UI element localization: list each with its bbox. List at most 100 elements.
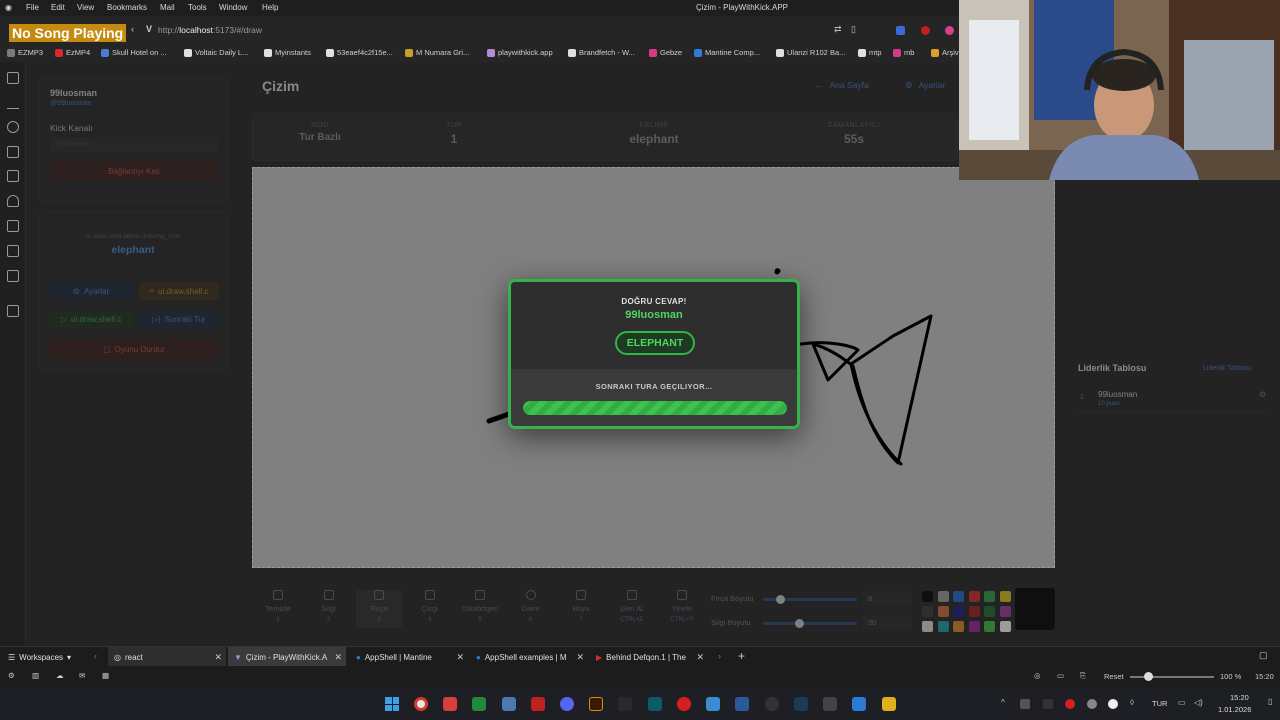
- zoom-slider-knob[interactable]: [1144, 672, 1153, 681]
- menu-tools[interactable]: Tools: [188, 3, 207, 12]
- color-swatch[interactable]: [922, 621, 933, 632]
- extension-pink-icon[interactable]: [945, 26, 954, 35]
- bookmark-item[interactable]: Mantine Comp...: [694, 48, 760, 57]
- color-swatch[interactable]: [953, 591, 964, 602]
- language-indicator[interactable]: TUR: [1152, 699, 1167, 708]
- bookmark-item[interactable]: Ulanzi R102 Ba...: [776, 48, 845, 57]
- bookmark-item[interactable]: 53eaef4c2f15e...: [326, 48, 393, 57]
- disconnect-button[interactable]: Bağlantıyı Kes: [50, 161, 218, 181]
- tool-brush[interactable]: Fırça 3: [356, 590, 402, 628]
- app6-icon[interactable]: [823, 697, 837, 711]
- notes-icon[interactable]: [7, 146, 19, 158]
- volume-icon[interactable]: ◁): [1194, 698, 1203, 707]
- network-icon[interactable]: ▭: [1178, 698, 1186, 707]
- color-swatch[interactable]: [937, 591, 949, 602]
- menu-edit[interactable]: Edit: [51, 3, 65, 12]
- eraser-size-knob[interactable]: [795, 619, 804, 628]
- terminal-icon[interactable]: [472, 697, 486, 711]
- bookmark-item[interactable]: mtp: [858, 48, 882, 57]
- brush-size-input[interactable]: 8: [862, 591, 912, 606]
- bookmark-item[interactable]: EZMP3: [7, 48, 43, 57]
- tiling-toggle-icon[interactable]: ▭: [1057, 671, 1064, 680]
- app2-icon[interactable]: [648, 697, 662, 711]
- workspaces-button[interactable]: ☰ Workspaces ▾: [2, 647, 90, 667]
- microphone-icon[interactable]: ◊: [1130, 698, 1134, 707]
- mail-status-icon[interactable]: ✉: [79, 671, 85, 680]
- notification-icon[interactable]: ▯: [1268, 697, 1272, 706]
- next-round-button[interactable]: ▷| Sonraki Tur: [139, 310, 219, 328]
- history-icon[interactable]: [7, 121, 19, 133]
- menu-view[interactable]: View: [77, 3, 94, 12]
- tab-appshell-examples[interactable]: ● AppShell examples | M ✕: [470, 647, 588, 667]
- color-swatch[interactable]: [922, 591, 933, 602]
- leaderboard-link[interactable]: Liderlik Tablosu: [1203, 365, 1251, 372]
- tabs-scroll-left-icon[interactable]: ‹: [94, 651, 97, 661]
- menu-file[interactable]: File: [26, 3, 39, 12]
- tray-icon-4[interactable]: [1087, 699, 1097, 709]
- tool-eraser[interactable]: Silgi 2: [306, 590, 352, 623]
- app-icon[interactable]: [502, 697, 516, 711]
- settings-button[interactable]: ⚙ Ayarlar: [49, 282, 133, 300]
- downloads-icon[interactable]: [7, 97, 19, 109]
- color-swatch[interactable]: [984, 606, 995, 617]
- tab-menu-icon[interactable]: ▢: [1259, 650, 1268, 661]
- gear-icon[interactable]: ⚙: [1259, 390, 1266, 399]
- page-actions-icon[interactable]: ⎘: [1080, 671, 1086, 681]
- tool-redo[interactable]: Yinele CTRL+Y: [659, 590, 705, 623]
- color-swatch[interactable]: [968, 591, 980, 602]
- close-icon[interactable]: ✕: [696, 652, 704, 663]
- taskbar-time[interactable]: 15:20: [1230, 693, 1249, 702]
- tab-react[interactable]: ◎ react ✕: [108, 647, 226, 667]
- color-swatch[interactable]: [999, 606, 1011, 617]
- color-swatch[interactable]: [937, 621, 949, 632]
- bookmark-item[interactable]: Voltaic Daily L...: [184, 48, 248, 57]
- menu-mail[interactable]: Mail: [160, 3, 175, 12]
- color-swatch[interactable]: [968, 621, 980, 632]
- url-field[interactable]: http://localhost:5173/#/draw: [158, 25, 262, 35]
- eraser-size-slider[interactable]: [763, 619, 857, 628]
- close-icon[interactable]: ✕: [576, 652, 584, 663]
- new-tab-icon[interactable]: +: [738, 649, 745, 663]
- tool-undo[interactable]: Geri Al CTRL+Z: [609, 590, 655, 623]
- shell-play-button[interactable]: ▷ ui.draw.shell.c: [49, 310, 133, 328]
- reading-list-icon[interactable]: [7, 195, 19, 207]
- capture-icon[interactable]: ◎: [1034, 671, 1041, 680]
- davinci-icon[interactable]: [618, 697, 632, 711]
- color-swatch[interactable]: [937, 606, 949, 617]
- shell-action-button[interactable]: ⌕ ui.draw.shell.c: [139, 282, 219, 300]
- vivaldi-logo-icon[interactable]: ◉: [5, 3, 12, 12]
- tool-bucket[interactable]: Boya 7: [558, 590, 604, 623]
- extension-icon[interactable]: [896, 26, 905, 35]
- color-swatch[interactable]: [953, 621, 964, 632]
- bookmark-item[interactable]: mb: [893, 48, 914, 57]
- zoom-reset-button[interactable]: Reset: [1104, 672, 1124, 681]
- tray-icon-1[interactable]: [1020, 699, 1030, 709]
- menu-help[interactable]: Help: [262, 3, 278, 12]
- color-swatch[interactable]: [922, 606, 933, 617]
- color-swatch[interactable]: [999, 591, 1011, 602]
- panel-toggle-icon[interactable]: ⚙: [8, 671, 15, 680]
- taskbar-date[interactable]: 1.01.2026: [1218, 705, 1251, 714]
- tasks-icon[interactable]: [7, 220, 19, 232]
- tool-trash[interactable]: Temizle 1: [255, 590, 301, 623]
- github-icon[interactable]: [765, 697, 779, 711]
- steam-icon[interactable]: [794, 697, 808, 711]
- channel-input[interactable]: 99luosman: [50, 137, 218, 153]
- translate-icon[interactable]: ⇄: [834, 24, 842, 35]
- tab-defqon[interactable]: ▶ Behind Defqon.1 | The ✕: [590, 647, 708, 667]
- filezilla-icon[interactable]: [531, 697, 545, 711]
- menu-bookmarks[interactable]: Bookmarks: [107, 3, 147, 12]
- translate-panel-icon[interactable]: [7, 170, 19, 182]
- tray-icon-3[interactable]: [1065, 699, 1075, 709]
- tab-draw[interactable]: ▼ Çizim - PlayWithKick.A ✕: [228, 647, 346, 667]
- illustrator-icon[interactable]: [589, 697, 603, 711]
- eraser-size-input[interactable]: 20: [862, 615, 912, 630]
- home-link[interactable]: ← Ana Sayfa: [815, 80, 869, 90]
- tab-appshell[interactable]: ● AppShell | Mantine ✕: [350, 647, 468, 667]
- file-explorer-icon[interactable]: [882, 697, 896, 711]
- vivaldi-v-icon[interactable]: V: [146, 24, 152, 34]
- app3-icon[interactable]: [677, 697, 691, 711]
- discord-icon[interactable]: [560, 697, 574, 711]
- bookmark-item[interactable]: M Numara Gri...: [405, 48, 469, 57]
- brush-size-slider[interactable]: [763, 595, 857, 604]
